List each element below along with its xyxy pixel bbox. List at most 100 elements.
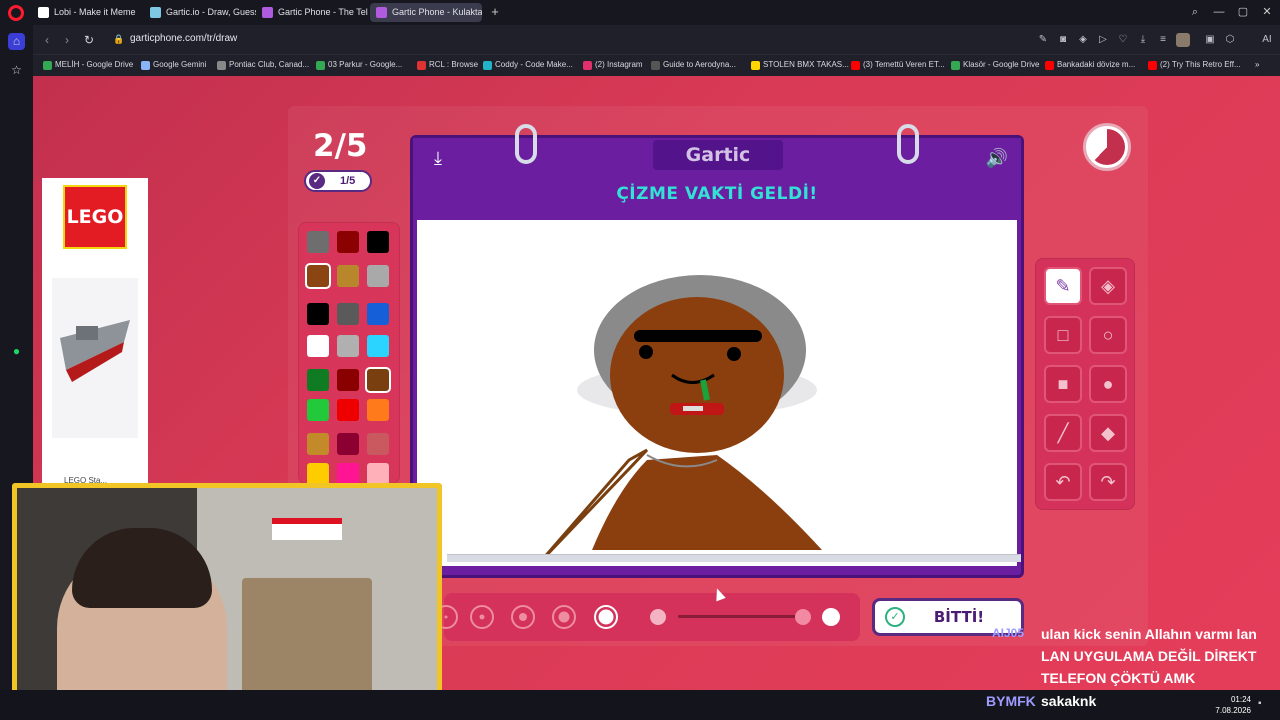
tab-2[interactable]: Gartic Phone - The Teleph: [256, 3, 368, 22]
ad-banner[interactable]: LEGO LEGO Sta...: [42, 178, 148, 485]
bookmarks-more-icon[interactable]: »: [1255, 60, 1259, 69]
opacity-slider[interactable]: [678, 615, 806, 618]
extensions-icon[interactable]: ⬡: [1223, 33, 1237, 47]
edit-icon[interactable]: ✎: [1036, 33, 1050, 47]
brush-size-4[interactable]: [552, 605, 576, 629]
volume-icon[interactable]: 🔊: [985, 148, 1009, 170]
color-swatch[interactable]: [307, 303, 329, 325]
color-swatch[interactable]: [337, 303, 359, 325]
timer-fill: [1089, 129, 1125, 165]
bookmark-item[interactable]: (2) Instagram: [583, 60, 643, 70]
color-swatch[interactable]: [307, 463, 329, 485]
color-swatch[interactable]: [367, 335, 389, 357]
search-tabs-icon[interactable]: ⌕: [1186, 4, 1204, 20]
bookmark-item[interactable]: (2) Try This Retro Eff...: [1148, 60, 1241, 70]
eraser-tool-icon[interactable]: ◈: [1089, 267, 1127, 305]
ellipse-outline-tool-icon[interactable]: ○: [1089, 316, 1127, 354]
color-swatch[interactable]: [307, 433, 329, 455]
ai-icon[interactable]: AI: [1257, 33, 1277, 47]
color-swatch[interactable]: [367, 399, 389, 421]
url-field[interactable]: garticphone.com/tr/draw: [130, 33, 237, 44]
reload-icon[interactable]: ↻: [81, 32, 97, 48]
color-swatch[interactable]: [337, 265, 359, 287]
bookmark-item[interactable]: Guide to Aerodyna...: [651, 60, 736, 70]
color-swatch[interactable]: [307, 231, 329, 253]
color-swatch[interactable]: [337, 369, 359, 391]
bookmark-item[interactable]: Klasör - Google Drive: [951, 60, 1039, 70]
tab-3-active[interactable]: Gartic Phone - Kulaktan K: [370, 3, 482, 22]
rectangle-fill-tool-icon[interactable]: ■: [1044, 365, 1082, 403]
color-swatch[interactable]: [305, 263, 331, 289]
bookmark-item[interactable]: RCL : Browse: [417, 60, 478, 70]
bookmark-item[interactable]: Bankadaki dövize m...: [1045, 60, 1135, 70]
bookmark-item[interactable]: MELİH - Google Drive: [43, 60, 133, 70]
color-swatch[interactable]: [337, 433, 359, 455]
chat-message: sakaknk: [1041, 693, 1097, 709]
opacity-max-knob[interactable]: [822, 608, 840, 626]
tab-label: Gartic.io - Draw, Guess, W: [166, 7, 256, 17]
brush-size-5-selected[interactable]: [594, 605, 618, 629]
rectangle-outline-tool-icon[interactable]: □: [1044, 316, 1082, 354]
pinboard-icon[interactable]: ☆: [8, 62, 25, 79]
bookmark-item[interactable]: Google Gemini: [141, 60, 206, 70]
line-tool-icon[interactable]: ╱: [1044, 414, 1082, 452]
instagram-icon: [583, 61, 592, 70]
color-swatch[interactable]: [307, 369, 329, 391]
color-swatch[interactable]: [367, 303, 389, 325]
color-swatch[interactable]: [337, 335, 359, 357]
ellipse-fill-tool-icon[interactable]: ●: [1089, 365, 1127, 403]
home-icon[interactable]: ⌂: [8, 33, 25, 50]
forward-icon[interactable]: ›: [59, 32, 75, 48]
color-swatch[interactable]: [307, 399, 329, 421]
fill-bucket-tool-icon[interactable]: ◆: [1089, 414, 1127, 452]
drawing-canvas[interactable]: [417, 220, 1021, 566]
play-icon[interactable]: ▷: [1096, 33, 1110, 47]
shield-icon[interactable]: ◈: [1076, 33, 1090, 47]
color-palette: [298, 222, 400, 485]
bookmark-item[interactable]: 03 Parkur - Google...: [316, 60, 402, 70]
card-header: ⤓ Gartic 🔊 ÇİZME VAKTİ GELDİ!: [413, 138, 1021, 218]
profile-avatar[interactable]: [1176, 33, 1190, 47]
color-swatch[interactable]: [367, 265, 389, 287]
spotify-icon[interactable]: ●: [8, 343, 25, 360]
color-swatch[interactable]: [367, 433, 389, 455]
notification-icon[interactable]: ▪: [1258, 698, 1270, 710]
color-swatch[interactable]: [367, 231, 389, 253]
bookmark-item[interactable]: STOLEN BMX TAKAS...: [751, 60, 849, 70]
lock-icon: 🔒: [113, 34, 125, 44]
bookmark-item[interactable]: Coddy - Code Make...: [483, 60, 573, 70]
download-icon[interactable]: ⤓: [427, 148, 449, 170]
color-swatch[interactable]: [365, 367, 391, 393]
webcam-sign: [272, 518, 342, 540]
color-swatch[interactable]: [367, 463, 389, 485]
youtube-icon: [1045, 61, 1054, 70]
color-swatch[interactable]: [337, 463, 359, 485]
color-swatch[interactable]: [307, 335, 329, 357]
redo-icon[interactable]: ↷: [1089, 463, 1127, 501]
undo-icon[interactable]: ↶: [1044, 463, 1082, 501]
bookmark-item[interactable]: Pontiac Club, Canad...: [217, 60, 309, 70]
new-tab-icon[interactable]: +: [488, 5, 502, 19]
brush-size-3[interactable]: [511, 605, 535, 629]
maximize-icon[interactable]: ▢: [1234, 4, 1252, 20]
split-screen-icon[interactable]: ▣: [1203, 33, 1217, 47]
bookmarks-bar: MELİH - Google Drive Google Gemini Ponti…: [33, 54, 1280, 76]
close-icon[interactable]: ✕: [1258, 4, 1276, 20]
pencil-tool-icon[interactable]: ✎: [1044, 267, 1082, 305]
brush-size-2[interactable]: [470, 605, 494, 629]
download-icon[interactable]: ⤓: [1136, 33, 1150, 47]
opera-logo-icon[interactable]: [8, 5, 24, 21]
clock-time: 01:24: [1230, 695, 1251, 704]
color-swatch[interactable]: [337, 231, 359, 253]
bookmark-item[interactable]: (3) Temettü Veren ET...: [851, 60, 945, 70]
color-swatch[interactable]: [337, 399, 359, 421]
back-icon[interactable]: ‹: [39, 32, 55, 48]
opacity-min-knob[interactable]: [650, 609, 666, 625]
menu-icon[interactable]: ≡: [1156, 33, 1170, 47]
bookmark-label: (2) Instagram: [595, 60, 643, 69]
camera-icon[interactable]: ◙: [1056, 33, 1070, 47]
heart-icon[interactable]: ♡: [1116, 33, 1130, 47]
tab-0[interactable]: Lobi - Make it Meme: [32, 3, 144, 22]
tab-1[interactable]: Gartic.io - Draw, Guess, W: [144, 3, 256, 22]
minimize-icon[interactable]: —: [1210, 4, 1228, 20]
